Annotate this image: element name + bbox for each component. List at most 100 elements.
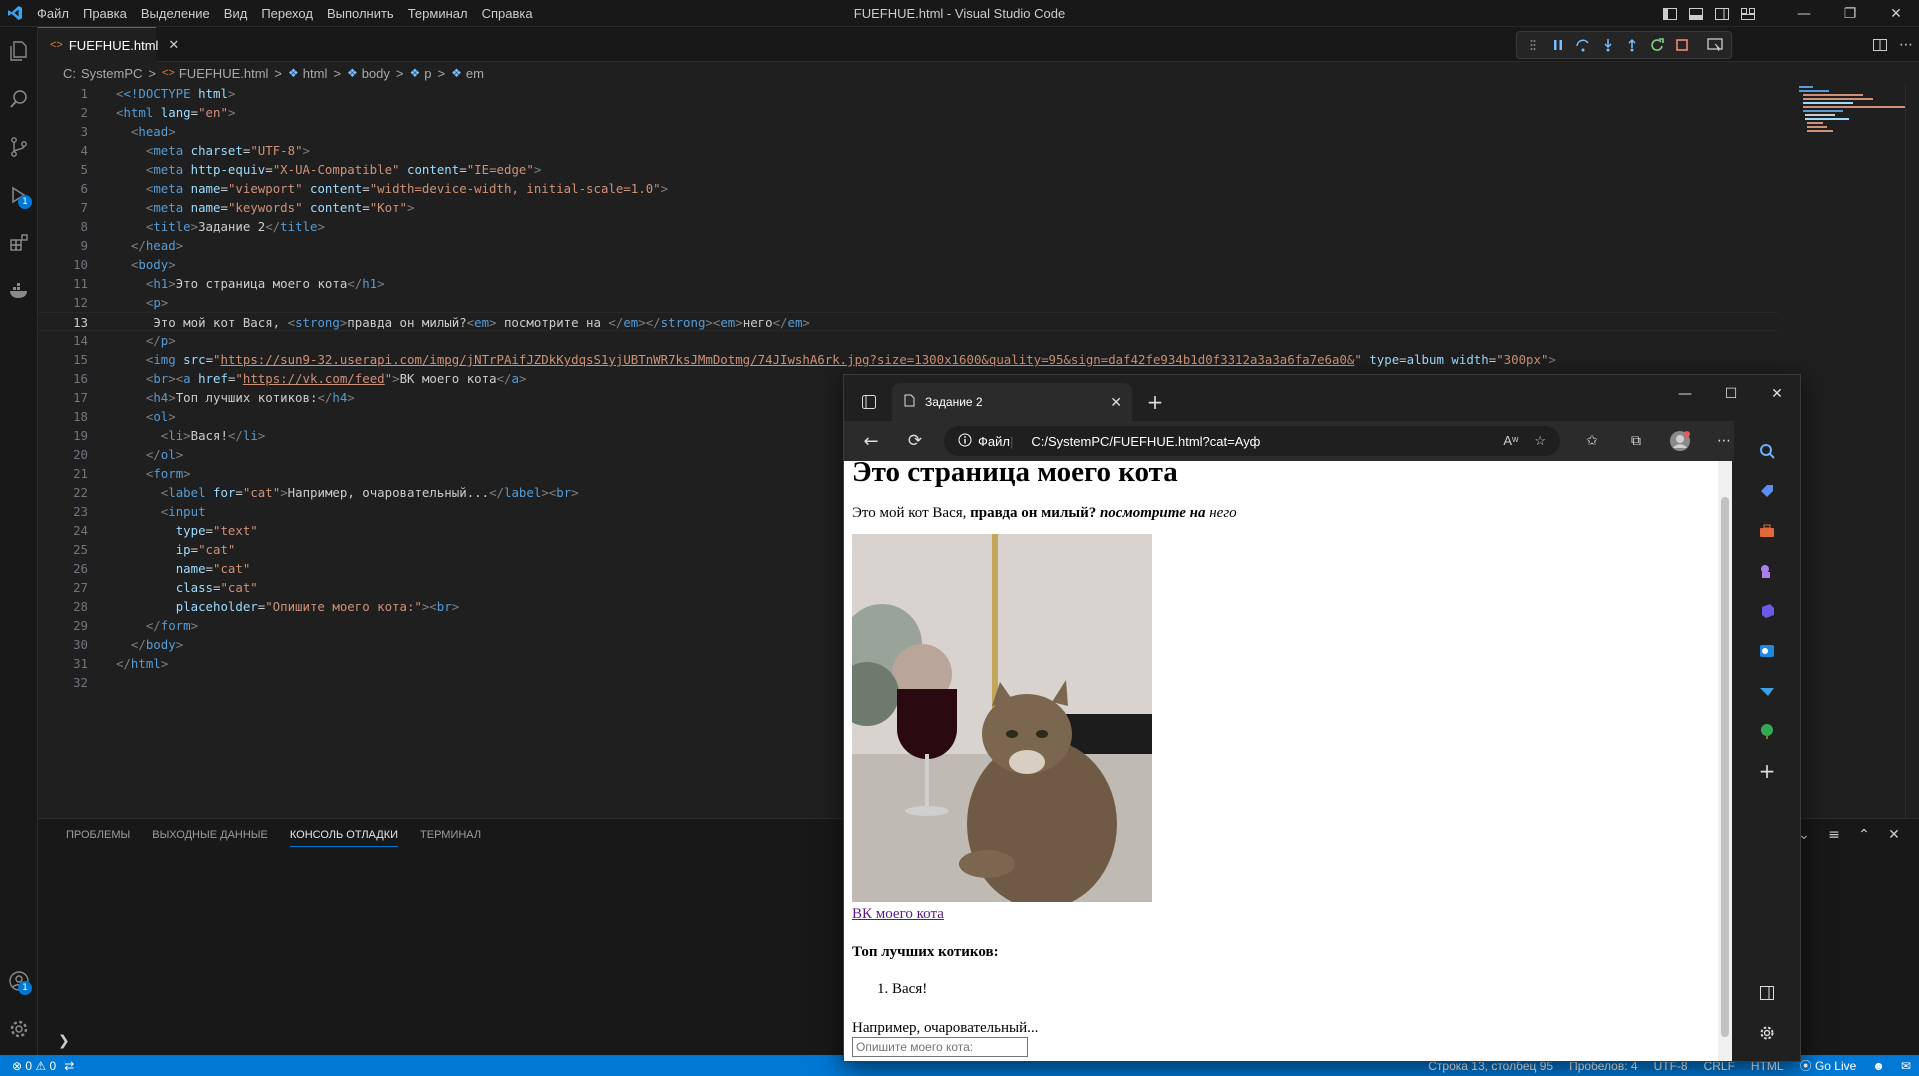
back-icon[interactable]: ← xyxy=(856,426,886,456)
games-icon[interactable] xyxy=(1747,551,1787,591)
microsoft365-icon[interactable] xyxy=(1747,591,1787,631)
read-aloud-icon[interactable]: Aʷ xyxy=(1503,433,1518,449)
explorer-icon[interactable] xyxy=(0,27,38,75)
minimize-icon[interactable]: — xyxy=(1781,0,1827,27)
menu-terminal[interactable]: Терминал xyxy=(401,0,475,27)
toggle-panel-icon[interactable] xyxy=(1683,0,1709,27)
menu-run[interactable]: Выполнить xyxy=(320,0,401,27)
tab-problems[interactable]: ПРОБЛЕМЫ xyxy=(66,829,130,847)
symbol-icon: ❖ xyxy=(288,66,299,80)
maximize-icon[interactable]: ☐ xyxy=(1708,379,1754,409)
code-line: 9 </head> xyxy=(80,238,184,253)
menu-file[interactable]: Файл xyxy=(30,0,76,27)
search-icon[interactable] xyxy=(0,75,38,123)
tab-output[interactable]: ВЫХОДНЫЕ ДАННЫЕ xyxy=(152,829,268,847)
toggle-secondary-sidebar-icon[interactable] xyxy=(1709,0,1735,27)
add-sidebar-app-icon[interactable]: + xyxy=(1747,751,1787,791)
breadcrumb-em[interactable]: em xyxy=(466,66,484,81)
site-info-button[interactable]: Файл xyxy=(958,433,1010,450)
breadcrumb-drive[interactable]: C: xyxy=(63,66,76,81)
settings-gear-icon[interactable] xyxy=(1747,1013,1787,1053)
code-line: 8 <title>Задание 2</title> xyxy=(80,219,325,234)
cat-description-input[interactable] xyxy=(852,1037,1028,1057)
restart-icon[interactable] xyxy=(1645,34,1669,56)
symbol-icon: ❖ xyxy=(451,66,462,80)
menu-view[interactable]: Вид xyxy=(217,0,255,27)
menu-help[interactable]: Справка xyxy=(475,0,540,27)
breadcrumb: C: SystemPC > <> FUEFHUE.html > ❖ html >… xyxy=(63,65,484,81)
menu-go[interactable]: Переход xyxy=(254,0,320,27)
close-icon[interactable]: ✕ xyxy=(1754,379,1800,409)
tree-icon[interactable] xyxy=(1747,711,1787,751)
source-control-icon[interactable] xyxy=(0,123,38,171)
page-viewport: Это страница моего кота Это мой кот Вася… xyxy=(844,461,1732,1061)
add-favorite-icon[interactable]: ☆ xyxy=(1534,433,1546,449)
refresh-icon[interactable]: ⟳ xyxy=(900,426,930,456)
docker-icon[interactable] xyxy=(0,267,38,315)
pause-icon[interactable] xyxy=(1546,34,1570,56)
accounts-badge: 1 xyxy=(18,981,32,995)
close-tab-icon[interactable]: ✕ xyxy=(168,37,179,53)
symbol-icon: ❖ xyxy=(409,66,421,80)
inspect-icon[interactable] xyxy=(1703,34,1727,56)
run-debug-icon[interactable]: 1 xyxy=(0,171,38,219)
remote-icon[interactable]: ⇄ xyxy=(64,1059,74,1073)
page-paragraph: Это мой кот Вася, правда он милый? посмо… xyxy=(852,505,1237,521)
search-icon[interactable] xyxy=(1747,431,1787,471)
clear-console-icon[interactable]: ≡ xyxy=(1821,823,1847,847)
notifications-icon[interactable]: ✉ xyxy=(1901,1059,1911,1073)
accounts-icon[interactable]: 1 xyxy=(0,957,38,1005)
settings-gear-icon[interactable] xyxy=(0,1005,38,1053)
errors-indicator[interactable]: ⊗ 0 ⚠ 0 xyxy=(12,1059,56,1073)
collections-icon[interactable]: ⧉ xyxy=(1618,426,1654,456)
favorites-icon[interactable]: ✩ xyxy=(1574,426,1610,456)
close-icon[interactable]: ✕ xyxy=(1873,0,1919,27)
close-panel-icon[interactable]: ✕ xyxy=(1881,823,1907,847)
split-editor-icon[interactable] xyxy=(1867,38,1893,51)
breadcrumb-p[interactable]: p xyxy=(424,66,431,81)
go-live-button[interactable]: ⦿ Go Live xyxy=(1800,1057,1857,1074)
url-text[interactable]: C:/SystemPC/FUEFHUE.html?cat=Ауф xyxy=(1031,434,1260,449)
menu-selection[interactable]: Выделение xyxy=(134,0,217,27)
tab-debug-console[interactable]: КОНСОЛЬ ОТЛАДКИ xyxy=(289,829,399,847)
page-scrollbar-thumb[interactable] xyxy=(1721,497,1729,1037)
customize-layout-icon[interactable] xyxy=(1735,0,1761,27)
tools-icon[interactable] xyxy=(1747,511,1787,551)
minimize-icon[interactable]: — xyxy=(1662,379,1708,409)
maximize-panel-icon[interactable]: ⌃ xyxy=(1851,823,1877,847)
breadcrumb-folder[interactable]: SystemPC xyxy=(81,66,142,81)
restore-icon[interactable]: ❐ xyxy=(1827,0,1873,27)
hide-sidebar-icon[interactable] xyxy=(1747,973,1787,1013)
tab-terminal[interactable]: ТЕРМИНАЛ xyxy=(420,829,481,847)
new-tab-icon[interactable]: + xyxy=(1140,387,1170,417)
editor-scrollbar[interactable] xyxy=(1905,84,1919,818)
drop-icon[interactable] xyxy=(1747,671,1787,711)
page-scrollbar[interactable] xyxy=(1718,461,1732,1061)
step-over-icon[interactable] xyxy=(1571,34,1595,56)
chevron-right-icon[interactable]: ❯ xyxy=(58,1033,70,1049)
close-tab-icon[interactable]: ✕ xyxy=(1110,394,1122,411)
code-line: 6 <meta name="viewport" content="width=d… xyxy=(80,181,669,196)
menu-edit[interactable]: Правка xyxy=(76,0,134,27)
run-debug-badge: 1 xyxy=(18,195,32,209)
browser-tab[interactable]: Задание 2 ✕ xyxy=(892,383,1132,421)
address-bar[interactable]: Файл | C:/SystemPC/FUEFHUE.html?cat=Ауф … xyxy=(944,426,1560,456)
outlook-icon[interactable] xyxy=(1747,631,1787,671)
feedback-icon[interactable]: ☻ xyxy=(1872,1059,1885,1073)
more-actions-icon[interactable]: ⋯ xyxy=(1893,37,1919,53)
breadcrumb-body[interactable]: body xyxy=(362,66,390,81)
minimap[interactable] xyxy=(1797,84,1907,144)
stop-icon[interactable] xyxy=(1670,34,1694,56)
tab-fuefhue-html[interactable]: <> FUEFHUE.html ✕ xyxy=(38,27,179,62)
step-out-icon[interactable] xyxy=(1621,34,1645,56)
profile-avatar[interactable] xyxy=(1662,426,1698,456)
extensions-icon[interactable] xyxy=(0,219,38,267)
step-into-icon[interactable] xyxy=(1596,34,1620,56)
breadcrumb-file[interactable]: FUEFHUE.html xyxy=(179,66,269,81)
vk-link[interactable]: ВК моего кота xyxy=(852,906,1712,923)
tab-actions-icon[interactable] xyxy=(854,387,884,417)
shopping-tag-icon[interactable] xyxy=(1747,471,1787,511)
drag-handle-icon[interactable] xyxy=(1521,34,1545,56)
toggle-sidebar-icon[interactable] xyxy=(1657,0,1683,27)
breadcrumb-html[interactable]: html xyxy=(303,66,328,81)
